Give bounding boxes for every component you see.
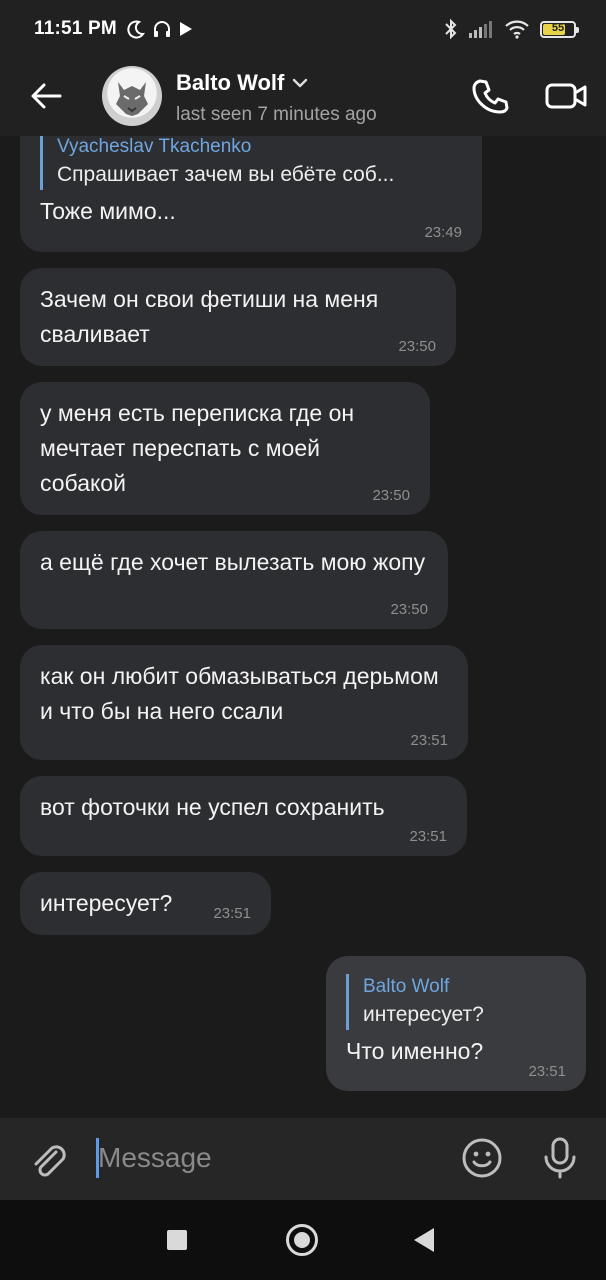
last-seen-status: last seen 7 minutes ago [176,104,377,125]
message-text: как он любит обмазываться дерьмом и что … [40,663,439,724]
wolf-logo-icon [116,82,148,116]
back-arrow-icon[interactable] [26,76,66,116]
phone-icon[interactable] [470,76,510,116]
message-bubble[interactable]: у меня есть переписка где он мечтает пер… [20,382,430,515]
message-bubble[interactable]: а ещё где хочет вылезать мою жопу 23:50 [20,531,448,629]
message-time: 23:50 [372,487,410,504]
message-list[interactable]: Vyacheslav Tkachenko Спрашивает зачем вы… [0,136,606,1118]
signal-icon [469,21,492,38]
reply-text: интересует? [363,1003,484,1026]
message-time: 23:50 [398,338,436,355]
avatar[interactable] [102,66,162,126]
message-text: а ещё где хочет вылезать мою жопу [40,549,426,575]
message-text: вот фоточки не успел сохранить [40,794,385,820]
battery-icon: 55 [540,20,579,38]
home-button[interactable] [286,1224,318,1256]
system-nav-bar [0,1200,606,1280]
emoji-icon[interactable] [460,1136,504,1180]
wifi-icon [505,20,529,39]
message-bubble-outgoing[interactable]: Balto Wolf интересует? Что именно? 23:51 [326,956,586,1091]
message-text: у меня есть переписка где он мечтает пер… [40,400,355,496]
status-bar: 11:51 PM 55 [0,0,606,58]
message-input[interactable] [98,1136,438,1180]
reply-preview[interactable]: Balto Wolf интересует? [346,974,566,1030]
headset-icon [154,21,170,37]
video-call-icon[interactable] [544,76,588,116]
bluetooth-icon [445,18,457,40]
message-time: 23:51 [213,905,251,922]
status-time: 11:51 PM [34,18,117,39]
chat-header: Balto Wolf last seen 7 minutes ago [0,58,606,136]
message-time: 23:51 [409,828,447,845]
battery-level: 55 [551,21,565,34]
chevron-down-icon [293,78,308,88]
message-time: 23:51 [528,1063,566,1080]
reply-text: Спрашивает зачем вы ебёте соб... [57,163,395,186]
moon-icon [127,20,145,39]
message-bubble[interactable]: интересует? 23:51 [20,872,271,935]
message-text: Зачем он свои фетиши на меня сваливает [40,286,379,347]
reply-author: Balto Wolf [363,976,450,997]
play-icon [180,22,192,36]
recent-apps-button[interactable] [167,1230,187,1250]
contact-name-row[interactable]: Balto Wolf [176,70,308,96]
message-text: Тоже мимо... [40,198,176,224]
microphone-icon[interactable] [540,1136,580,1180]
message-bubble[interactable]: Vyacheslav Tkachenko Спрашивает зачем вы… [20,136,482,252]
message-bubble[interactable]: вот фоточки не успел сохранить 23:51 [20,776,467,856]
message-bubble[interactable]: Зачем он свои фетиши на меня сваливает 2… [20,268,456,366]
message-time: 23:51 [410,732,448,749]
paperclip-icon[interactable] [26,1138,68,1180]
message-composer [0,1118,606,1200]
reply-preview[interactable]: Vyacheslav Tkachenko Спрашивает зачем вы… [40,136,462,190]
system-back-button[interactable] [414,1228,434,1252]
reply-author: Vyacheslav Tkachenko [57,136,252,157]
message-time: 23:49 [424,224,462,241]
message-bubble[interactable]: как он любит обмазываться дерьмом и что … [20,645,468,760]
contact-name: Balto Wolf [176,70,285,95]
message-time: 23:50 [390,601,428,618]
